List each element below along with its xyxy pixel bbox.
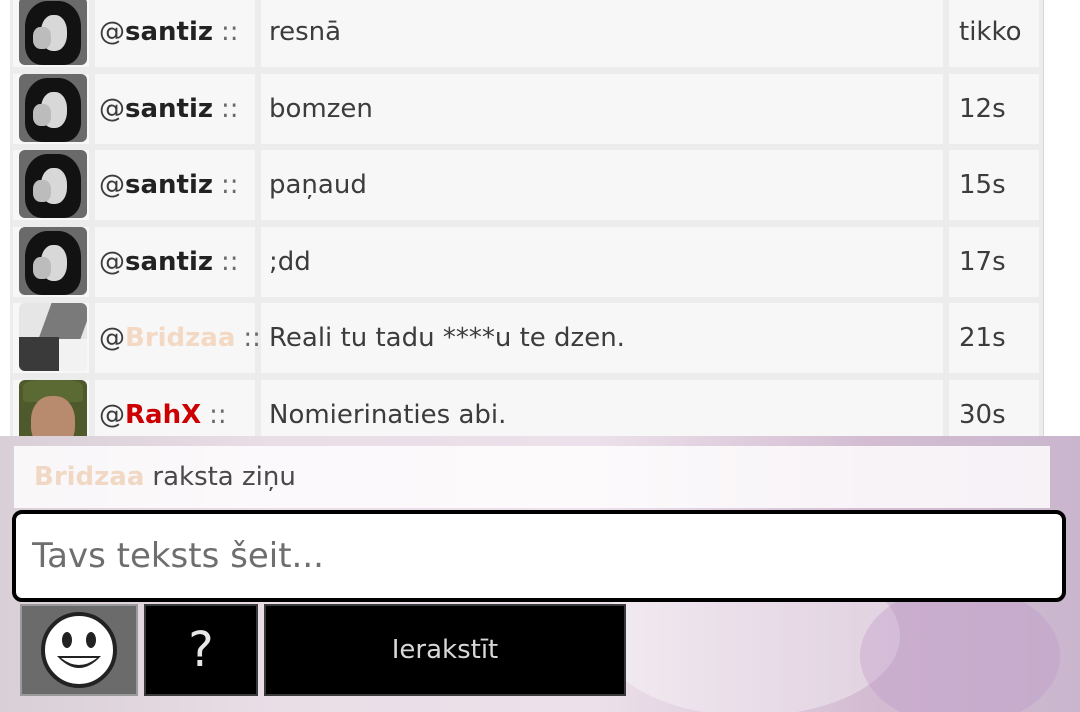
separator: ::: [243, 323, 261, 353]
avatar-cell: [13, 303, 89, 373]
message-time: 21s: [949, 303, 1039, 373]
separator: ::: [221, 17, 239, 47]
avatar[interactable]: [19, 73, 87, 142]
message-text: Reali tu tadu ****u te dzen.: [261, 303, 943, 373]
submit-button[interactable]: Ierakstīt: [264, 604, 626, 696]
message-list: @ santiz:: resnā tikko @ santiz:: bomzen 12s @ sa…: [10, 0, 1043, 436]
message-text: ;dd: [261, 226, 943, 297]
username-cell: @ santiz::: [95, 150, 255, 220]
username-link[interactable]: RahX: [125, 400, 201, 430]
message-time: 15s: [949, 150, 1039, 220]
username-link[interactable]: santiz: [125, 247, 213, 277]
username-cell: @ Bridzaa::: [95, 303, 261, 373]
avatar-cell: [13, 150, 89, 220]
at-prefix: @: [99, 399, 125, 430]
username-link[interactable]: Bridzaa: [125, 323, 235, 353]
typing-indicator: Bridzaa raksta ziņu: [14, 446, 1050, 508]
avatar[interactable]: [19, 379, 87, 436]
chat-area: @ santiz:: resnā tikko @ santiz:: bomzen 12s @ sa…: [0, 0, 1080, 436]
message-text: resnā: [261, 0, 943, 67]
at-prefix: @: [99, 246, 125, 277]
message-input-container: [12, 510, 1066, 602]
at-prefix: @: [99, 170, 125, 200]
at-prefix: @: [99, 323, 125, 353]
avatar-cell: [13, 379, 89, 436]
compose-panel: Bridzaa raksta ziņu ? Ierakstīt: [0, 436, 1080, 712]
message-row: @ santiz:: resnā tikko: [10, 0, 1043, 70]
avatar-cell: [13, 226, 89, 297]
message-row: @ RahX:: Nomierinaties abi. 30s: [10, 377, 1043, 436]
avatar-cell: [13, 0, 89, 67]
message-input[interactable]: [16, 535, 1062, 577]
username-cell: @ santiz::: [95, 226, 255, 297]
separator: ::: [221, 246, 239, 277]
separator: ::: [209, 399, 227, 430]
message-time: 30s: [949, 379, 1039, 436]
message-text: Nomierinaties abi.: [261, 379, 943, 436]
typing-text: raksta ziņu: [152, 462, 296, 492]
username-link[interactable]: santiz: [125, 170, 213, 200]
avatar[interactable]: [19, 150, 87, 218]
scrollbar[interactable]: [1043, 0, 1080, 436]
message-time: 17s: [949, 226, 1039, 297]
help-button[interactable]: ?: [144, 604, 258, 696]
emoji-button[interactable]: [20, 604, 138, 696]
separator: ::: [221, 170, 239, 200]
smiley-icon: [41, 612, 117, 688]
message-text: paņaud: [261, 150, 943, 220]
username-link[interactable]: santiz: [125, 17, 213, 47]
message-time: tikko: [949, 0, 1039, 67]
avatar-cell: [13, 73, 89, 144]
avatar[interactable]: [19, 226, 87, 295]
at-prefix: @: [99, 93, 125, 124]
typing-username: Bridzaa: [34, 462, 145, 492]
background-decoration: [860, 586, 1060, 712]
username-cell: @ santiz::: [95, 0, 255, 67]
avatar[interactable]: [19, 303, 87, 371]
separator: ::: [221, 93, 239, 124]
username-cell: @ santiz::: [95, 73, 255, 144]
username-cell: @ RahX::: [95, 379, 255, 436]
message-time: 12s: [949, 73, 1039, 144]
message-row: @ santiz:: ;dd 17s: [10, 224, 1043, 300]
avatar[interactable]: [19, 0, 87, 65]
message-text: bomzen: [261, 73, 943, 144]
message-row: @ santiz:: bomzen 12s: [10, 71, 1043, 147]
at-prefix: @: [99, 17, 125, 47]
message-row: @ santiz:: paņaud 15s: [10, 147, 1043, 223]
message-row: @ Bridzaa:: Reali tu tadu ****u te dzen. 21…: [10, 300, 1043, 376]
username-link[interactable]: santiz: [125, 94, 213, 124]
